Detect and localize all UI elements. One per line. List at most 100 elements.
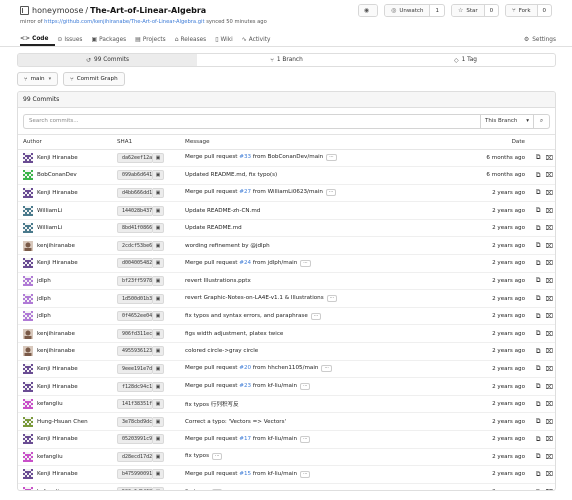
copy-sha-button[interactable]: ▣ (153, 223, 164, 234)
copy-icon[interactable]: ⧉ (536, 488, 541, 490)
commit-sha-link[interactable]: 2cdcf53be6 (117, 240, 153, 251)
commit-sha-link[interactable]: 906fd311ec (117, 328, 153, 339)
browse-files-icon[interactable]: ⌧ (546, 259, 554, 267)
copy-sha-button[interactable]: ▣ (153, 187, 164, 198)
copy-icon[interactable]: ⧉ (536, 188, 541, 197)
commit-message[interactable]: fix typos 行列积写反 (185, 402, 239, 408)
commit-author[interactable]: jdlph (23, 311, 117, 322)
search-scope-select[interactable]: This Branch ▾ (480, 113, 534, 129)
copy-icon[interactable]: ⧉ (536, 435, 541, 444)
expand-message-button[interactable]: ··· (321, 365, 332, 373)
copy-sha-button[interactable]: ▣ (153, 381, 164, 392)
commit-message[interactable]: Merge pull request #23 from kf-liu/main (185, 383, 297, 389)
copy-icon[interactable]: ⧉ (536, 241, 541, 250)
commit-sha-link[interactable]: bf23ff5978 (117, 275, 153, 286)
copy-sha-button[interactable]: ▣ (153, 275, 164, 286)
commit-sha-link[interactable]: 3e78cbd9dc (117, 416, 153, 427)
commit-message[interactable]: Merge pull request #24 from jdlph/main (185, 260, 297, 266)
copy-sha-button[interactable]: ▣ (153, 487, 164, 490)
copy-sha-button[interactable]: ▣ (153, 293, 164, 304)
commits-stat[interactable]: ↺ 99 Commits (18, 54, 197, 66)
commit-author[interactable]: Kenji Hiranabe (23, 152, 117, 163)
tab-projects[interactable]: ▤ Projects (135, 36, 173, 46)
commit-sha-link[interactable]: 141f38351f (117, 399, 153, 410)
star-button[interactable]: ☆ Star 0 (450, 4, 500, 17)
commit-message[interactable]: Update README-zh-CN.md (185, 208, 260, 214)
copy-sha-button[interactable]: ▣ (153, 152, 164, 163)
repo-owner-link[interactable]: honeymoose (32, 6, 83, 15)
tab-packages[interactable]: ▣ Packages (91, 36, 133, 46)
commit-sha-link[interactable]: b475990091 (117, 469, 153, 480)
commit-author[interactable]: Kenji Hiranabe (23, 258, 117, 269)
commit-sha-link[interactable]: 9eee191e7d (117, 363, 153, 374)
commit-graph-button[interactable]: ⑂ Commit Graph (63, 72, 125, 86)
pull-request-link[interactable]: #17 (239, 436, 251, 442)
commit-author[interactable]: kenjihiranabe (23, 240, 117, 251)
commit-message[interactable]: Merge pull request #20 from hhchen1105/m… (185, 365, 318, 371)
browse-files-icon[interactable]: ⌧ (546, 383, 554, 391)
copy-sha-button[interactable]: ▣ (153, 434, 164, 445)
copy-icon[interactable]: ⧉ (536, 347, 541, 356)
browse-files-icon[interactable]: ⌧ (546, 312, 554, 320)
commit-message[interactable]: colored circle->gray circle (185, 348, 258, 354)
commit-author[interactable]: jdlph (23, 275, 117, 286)
commit-author[interactable]: Hung-Hsuan Chen (23, 416, 117, 427)
browse-files-icon[interactable]: ⌧ (546, 435, 554, 443)
forks-count[interactable]: 0 (536, 5, 552, 16)
browse-files-icon[interactable]: ⌧ (546, 154, 554, 162)
commit-sha-link[interactable]: 099ab6d641 (117, 170, 153, 181)
commit-sha-link[interactable]: 502e6d5468 (117, 487, 153, 490)
copy-icon[interactable]: ⧉ (536, 312, 541, 321)
commit-message[interactable]: fix typos (185, 453, 209, 459)
expand-message-button[interactable]: ··· (300, 383, 311, 391)
copy-sha-button[interactable]: ▣ (153, 469, 164, 480)
pull-request-link[interactable]: #33 (239, 154, 251, 160)
search-button[interactable]: ⌕ (534, 113, 550, 129)
copy-sha-button[interactable]: ▣ (153, 451, 164, 462)
browse-files-icon[interactable]: ⌧ (546, 277, 554, 285)
tab-settings[interactable]: ⚙ Settings (524, 36, 556, 43)
expand-message-button[interactable]: ··· (212, 453, 223, 461)
commit-sha-link[interactable]: d004005482 (117, 258, 153, 269)
browse-files-icon[interactable]: ⌧ (546, 418, 554, 426)
browse-files-icon[interactable]: ⌧ (546, 365, 554, 373)
expand-message-button[interactable]: ··· (300, 470, 311, 478)
commit-author[interactable]: BobConanDev (23, 170, 117, 181)
commit-message[interactable]: Update README.md (185, 225, 242, 231)
copy-icon[interactable]: ⧉ (536, 470, 541, 479)
commit-author[interactable]: WilliamLi (23, 205, 117, 216)
unwatch-button[interactable]: ◎ Unwatch 1 (384, 4, 445, 17)
commit-author[interactable]: jdlph (23, 293, 117, 304)
commit-message[interactable]: Updated README.md, fix typo(s) (185, 172, 277, 178)
copy-sha-button[interactable]: ▣ (153, 416, 164, 427)
commit-author[interactable]: kenjihiranabe (23, 346, 117, 357)
commit-author[interactable]: kefangliu (23, 399, 117, 410)
commit-sha-link[interactable]: 0f4652ee04 (117, 311, 153, 322)
copy-sha-button[interactable]: ▣ (153, 258, 164, 269)
tab-code[interactable]: <> Code (20, 35, 56, 46)
copy-icon[interactable]: ⧉ (536, 171, 541, 180)
commit-author[interactable]: kenjihiranabe (23, 328, 117, 339)
pull-request-link[interactable]: #23 (239, 383, 251, 389)
commit-sha-link[interactable]: da62eef12a (117, 152, 153, 163)
pull-request-link[interactable]: #24 (239, 260, 251, 266)
copy-icon[interactable]: ⧉ (536, 382, 541, 391)
copy-sha-button[interactable]: ▣ (153, 328, 164, 339)
commit-author[interactable]: Kenji Hiranabe (23, 381, 117, 392)
commit-sha-link[interactable]: 4955936123 (117, 346, 153, 357)
commit-sha-link[interactable]: 1d500d01b3 (117, 293, 153, 304)
copy-icon[interactable]: ⧉ (536, 329, 541, 338)
commit-sha-link[interactable]: d4bb666dd1 (117, 187, 153, 198)
rss-button[interactable]: ◉ (357, 4, 379, 17)
copy-sha-button[interactable]: ▣ (153, 240, 164, 251)
commit-message[interactable]: Merge pull request #33 from BobConanDev/… (185, 154, 323, 160)
commit-author[interactable]: kefangliu (23, 487, 117, 490)
browse-files-icon[interactable]: ⌧ (546, 242, 554, 250)
commit-author[interactable]: Kenji Hiranabe (23, 363, 117, 374)
tags-stat[interactable]: ◇ 1 Tag (376, 54, 555, 66)
copy-sha-button[interactable]: ▣ (153, 311, 164, 322)
browse-files-icon[interactable]: ⌧ (546, 295, 554, 303)
commit-author[interactable]: Kenji Hiranabe (23, 434, 117, 445)
branch-dropdown[interactable]: ⑂ main ▾ (17, 72, 59, 86)
copy-icon[interactable]: ⧉ (536, 400, 541, 409)
